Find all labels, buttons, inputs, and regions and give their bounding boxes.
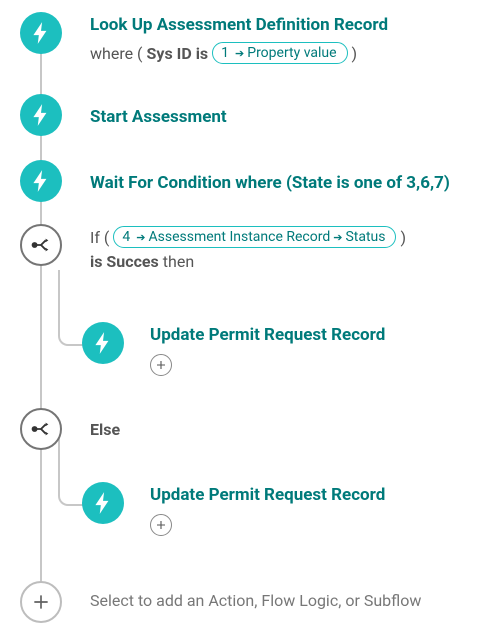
- bolt-icon: [90, 490, 116, 516]
- add-placeholder: Select to add an Action, Flow Logic, or …: [62, 581, 421, 610]
- step-title: Update Permit Request Record: [150, 484, 385, 506]
- branch-icon: [30, 418, 52, 440]
- action-node: [20, 12, 62, 54]
- plus-icon: [31, 592, 51, 612]
- step-title: Start Assessment: [90, 96, 227, 128]
- step-add[interactable]: Select to add an Action, Flow Logic, or …: [20, 581, 421, 623]
- action-node: [20, 160, 62, 202]
- step-else[interactable]: Else: [20, 408, 120, 450]
- step-wait[interactable]: Wait For Condition where (State is one o…: [20, 160, 450, 202]
- step-title: Wait For Condition where (State is one o…: [90, 162, 450, 194]
- branch-icon: [30, 234, 52, 256]
- bolt-icon: [28, 102, 54, 128]
- step-update-else[interactable]: Update Permit Request Record: [20, 482, 385, 536]
- arrow-icon: ➔: [333, 231, 342, 244]
- step-title: Look Up Assessment Definition Record: [90, 14, 388, 36]
- action-node: [82, 482, 124, 524]
- step-title: Update Permit Request Record: [150, 324, 385, 346]
- step-description: where ( Sys ID is 1 ➔ Property value ): [90, 42, 388, 64]
- if-condition: If ( 4 ➔ Assessment Instance Record ➔ St…: [90, 226, 406, 248]
- step-if[interactable]: If ( 4 ➔ Assessment Instance Record ➔ St…: [20, 224, 406, 271]
- data-pill[interactable]: 4 ➔ Assessment Instance Record ➔ Status: [113, 226, 396, 248]
- data-pill[interactable]: 1 ➔ Property value: [212, 42, 347, 64]
- arrow-icon: ➔: [235, 47, 244, 60]
- add-step-button[interactable]: [150, 354, 172, 376]
- plus-icon: [155, 359, 167, 371]
- logic-node: [20, 408, 62, 450]
- add-node[interactable]: [20, 581, 62, 623]
- add-step-button[interactable]: [150, 514, 172, 536]
- step-lookup[interactable]: Look Up Assessment Definition Record whe…: [20, 12, 388, 64]
- logic-node: [20, 224, 62, 266]
- step-start[interactable]: Start Assessment: [20, 94, 227, 136]
- bolt-icon: [90, 330, 116, 356]
- plus-icon: [155, 519, 167, 531]
- step-update-if[interactable]: Update Permit Request Record: [20, 322, 385, 376]
- arrow-icon: ➔: [136, 231, 145, 244]
- action-node: [82, 322, 124, 364]
- bolt-icon: [28, 20, 54, 46]
- else-label: Else: [90, 420, 120, 439]
- if-condition-cont: is Succes then: [90, 252, 406, 271]
- action-node: [20, 94, 62, 136]
- bolt-icon: [28, 168, 54, 194]
